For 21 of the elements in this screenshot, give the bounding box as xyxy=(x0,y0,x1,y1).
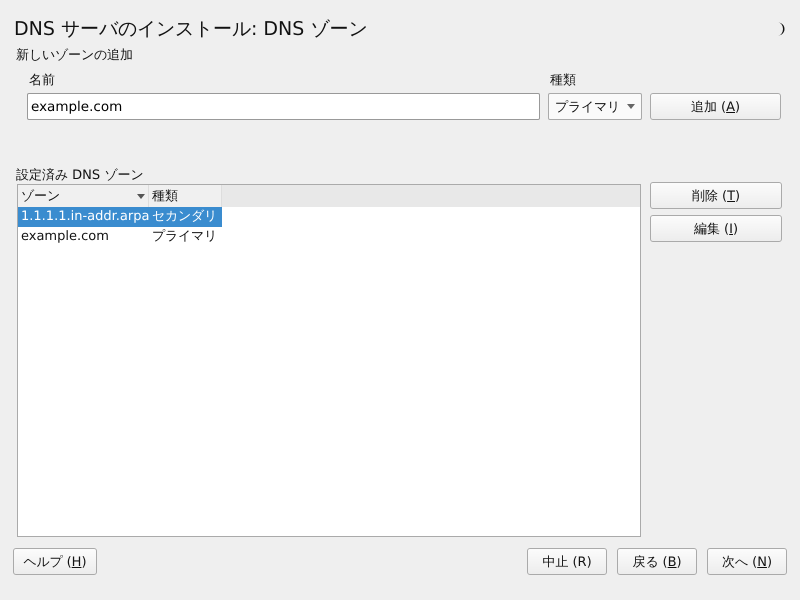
nav-button[interactable]: 次へ (N) xyxy=(707,548,787,575)
table-cell[interactable]: セカンダリ xyxy=(149,207,222,227)
field-label: 種類 xyxy=(550,72,577,89)
column-header[interactable]: ゾーン xyxy=(18,185,149,207)
action-button[interactable]: 削除 (T) xyxy=(650,182,782,209)
add-button[interactable]: 追加 (A) xyxy=(650,93,781,120)
table-cell[interactable]: example.com xyxy=(18,227,149,247)
type-dropdown[interactable]: プライマリ xyxy=(548,93,642,120)
nav-button[interactable]: 戻る (B) xyxy=(617,548,697,575)
window-title: DNS サーバのインストール: DNS ゾーン xyxy=(14,17,368,42)
dropdown-arrow-icon xyxy=(627,104,635,109)
action-button[interactable]: 編集 (I) xyxy=(650,215,782,242)
section-heading: 新しいゾーンの追加 xyxy=(16,47,134,65)
column-header[interactable]: 種類 xyxy=(149,185,222,207)
nav-button[interactable]: 中止 (R) xyxy=(527,548,607,575)
name-field[interactable]: example.com xyxy=(27,93,540,120)
table-cell[interactable]: プライマリ xyxy=(149,227,222,247)
table-cell[interactable]: 1.1.1.1.in-addr.arpa xyxy=(18,207,149,227)
field-label: 名前 xyxy=(29,72,56,89)
section-heading: 設定済み DNS ゾーン xyxy=(16,167,144,185)
help-button[interactable]: ヘルプ (H) xyxy=(13,548,97,575)
